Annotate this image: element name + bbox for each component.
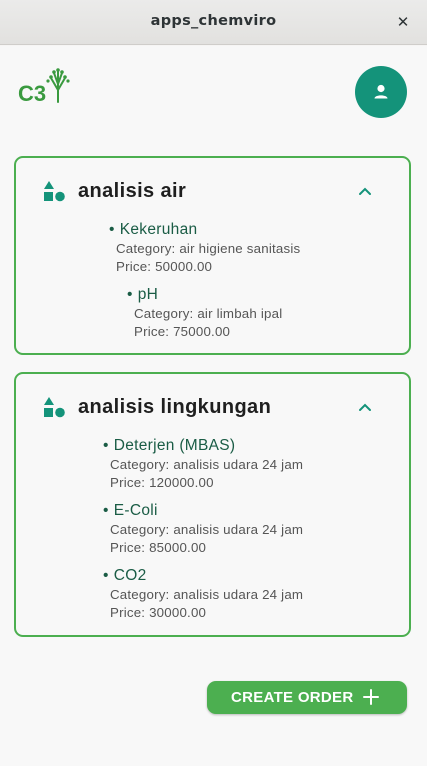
item-name: E-Coli xyxy=(113,502,158,519)
item-price: Price: 75000.00 xyxy=(134,324,231,339)
list-item: • E-Coli Category: analisis udara 24 jam … xyxy=(103,502,304,555)
category-card-analisis-lingkungan: analisis lingkungan • Deterjen (MBAS) Cat… xyxy=(14,372,411,637)
item-category: Category: analisis udara 24 jam xyxy=(110,587,304,602)
category-title: analisis air xyxy=(78,180,187,202)
shapes-icon xyxy=(44,181,65,202)
list-item: • Kekeruhan Category: air higiene sanitas… xyxy=(109,221,301,274)
item-name: CO2 xyxy=(113,567,147,584)
category-title: analisis lingkungan xyxy=(78,396,272,418)
item-category: Category: analisis udara 24 jam xyxy=(110,522,304,537)
list-item: • pH Category: air limbah ipal Price: 750… xyxy=(127,286,283,339)
shapes-icon xyxy=(44,397,65,418)
plus-icon xyxy=(363,689,379,705)
item-price: Price: 120000.00 xyxy=(110,475,214,490)
item-name: pH xyxy=(137,286,159,303)
item-category: Category: air limbah ipal xyxy=(134,306,283,321)
item-name: Deterjen (MBAS) xyxy=(113,437,236,454)
window-titlebar: apps_chemviro ✕ xyxy=(0,0,427,45)
close-icon[interactable]: ✕ xyxy=(393,12,413,32)
create-order-label: CREATE ORDER xyxy=(231,689,354,706)
window-title: apps_chemviro xyxy=(150,13,277,29)
item-price: Price: 85000.00 xyxy=(110,540,207,555)
app-body: C3 analisis air • Kekeruhan Category: ai… xyxy=(0,46,427,766)
svg-text:C3: C3 xyxy=(18,81,46,104)
item-category: Category: analisis udara 24 jam xyxy=(110,457,304,472)
item-category: Category: air higiene sanitasis xyxy=(116,241,301,256)
profile-button[interactable] xyxy=(355,66,407,118)
item-name: Kekeruhan xyxy=(119,221,198,238)
chevron-up-icon[interactable] xyxy=(356,401,374,413)
c3-logo: C3 xyxy=(18,68,70,104)
list-item: • CO2 Category: analisis udara 24 jam Pri… xyxy=(103,567,304,620)
person-icon xyxy=(374,84,388,99)
item-price: Price: 30000.00 xyxy=(110,605,207,620)
chevron-up-icon[interactable] xyxy=(356,185,374,197)
list-item: • Deterjen (MBAS) Category: analisis udar… xyxy=(103,437,304,490)
category-card-analisis-air: analisis air • Kekeruhan Category: air hi… xyxy=(14,156,411,355)
create-order-button[interactable]: CREATE ORDER xyxy=(207,681,407,714)
item-price: Price: 50000.00 xyxy=(116,259,213,274)
